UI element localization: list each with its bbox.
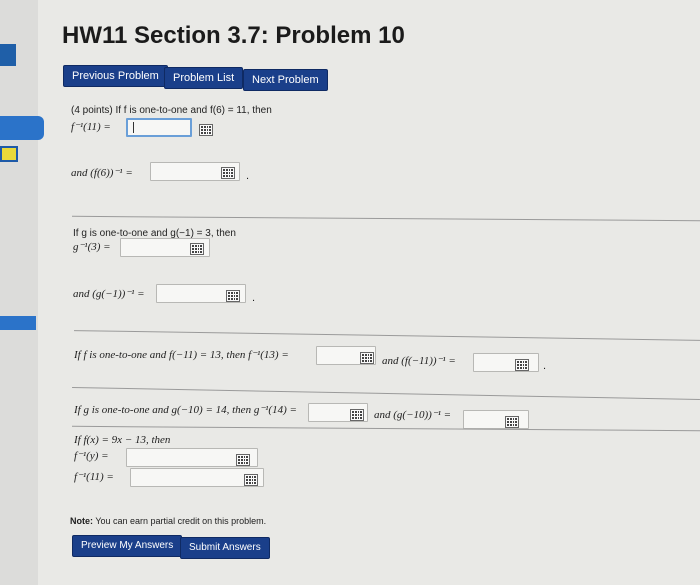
q8-answer-input[interactable] — [463, 410, 529, 429]
note-label: Note: — [70, 516, 93, 526]
problem-list-button[interactable]: Problem List — [164, 67, 244, 89]
sidebar-tab-active[interactable] — [0, 116, 44, 140]
period: . — [246, 170, 250, 182]
left-sidebar-strip — [0, 0, 38, 585]
equation-editor-icon[interactable] — [199, 124, 213, 136]
equation-editor-icon[interactable] — [505, 416, 519, 428]
note-text: You can earn partial credit on this prob… — [93, 516, 267, 526]
equation-editor-icon[interactable] — [226, 290, 240, 302]
sidebar-tab-highlight[interactable] — [0, 146, 18, 162]
sidebar-tab[interactable] — [0, 44, 16, 66]
preview-answers-button[interactable]: Preview My Answers — [72, 535, 183, 557]
q10-label: f⁻¹(11) = — [74, 471, 114, 483]
q8-label: and (g(−10))⁻¹ = — [374, 409, 452, 421]
section-divider — [72, 425, 700, 432]
q2-label: and (f(6))⁻¹ = — [71, 167, 133, 179]
equation-editor-icon[interactable] — [236, 454, 250, 466]
next-problem-button[interactable]: Next Problem — [243, 69, 328, 91]
period: . — [252, 292, 256, 304]
equation-editor-icon[interactable] — [221, 167, 235, 179]
q1-label: f⁻¹(11) = — [71, 121, 111, 133]
section-divider — [74, 330, 700, 341]
submit-answers-button[interactable]: Submit Answers — [180, 537, 270, 559]
partial-credit-note: Note: You can earn partial credit on thi… — [70, 516, 266, 526]
equation-editor-icon[interactable] — [244, 474, 258, 486]
q4-label: and (g(−1))⁻¹ = — [73, 288, 145, 300]
page-title: HW11 Section 3.7: Problem 10 — [62, 22, 405, 49]
section-divider — [72, 215, 700, 222]
q3-label: g⁻¹(3) = — [73, 241, 111, 253]
period: . — [543, 360, 547, 372]
q9-label: f⁻¹(y) = — [74, 450, 109, 462]
q7-label: If g is one-to-one and g(−10) = 14, then… — [74, 404, 297, 416]
problem-intro: (4 points) If f is one-to-one and f(6) =… — [71, 105, 272, 116]
equation-editor-icon[interactable] — [360, 352, 374, 364]
previous-problem-button[interactable]: Previous Problem — [63, 65, 168, 87]
equation-editor-icon[interactable] — [350, 409, 364, 421]
equation-editor-icon[interactable] — [515, 359, 529, 371]
q6-answer-input[interactable] — [473, 353, 539, 372]
equation-editor-icon[interactable] — [190, 243, 204, 255]
section-divider — [72, 386, 700, 401]
q6-label: and (f(−11))⁻¹ = — [382, 355, 456, 367]
q5-label: If f is one-to-one and f(−11) = 13, then… — [74, 349, 289, 361]
q1-answer-input[interactable] — [126, 118, 192, 137]
section5-intro: If f(x) = 9x − 13, then — [74, 434, 171, 446]
sidebar-tab[interactable] — [0, 316, 36, 330]
